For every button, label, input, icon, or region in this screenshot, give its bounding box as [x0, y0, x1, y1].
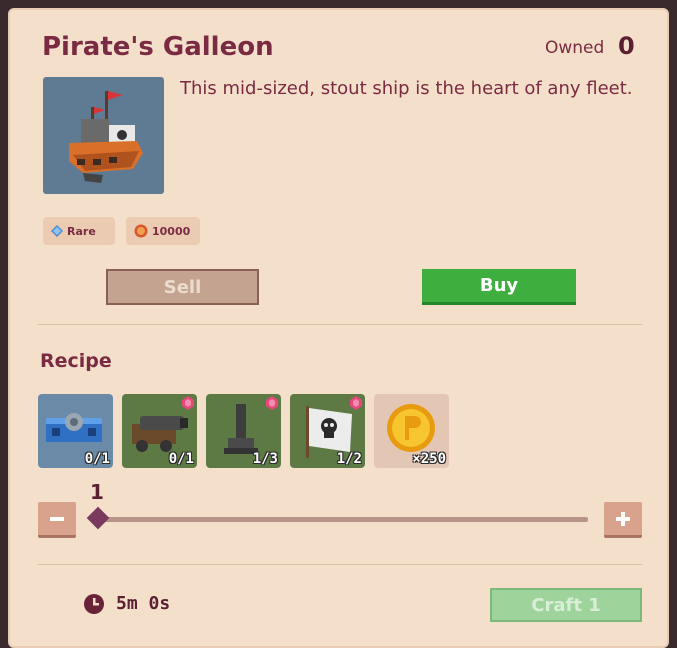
ingredient-slot[interactable]: 1/3 [206, 394, 281, 468]
plus-icon [616, 511, 630, 526]
ingredient-count: 0/1 [168, 451, 194, 467]
ingredient-slot[interactable]: 0/1 [122, 394, 197, 468]
craft-time: 5m 0s [116, 593, 171, 614]
clock-icon [84, 593, 104, 614]
rarity-label: Rare [67, 224, 96, 238]
coin-icon [134, 224, 148, 238]
divider [38, 324, 642, 325]
quantity-slider[interactable] [98, 517, 588, 522]
ingredient-count: 1/3 [252, 451, 278, 467]
gem-icon [266, 396, 278, 410]
increase-button[interactable] [604, 502, 642, 538]
ingredient-slot[interactable]: ×250 [374, 394, 449, 468]
owned-label: Owned [545, 38, 605, 58]
craft-timer: 5m 0s [84, 593, 170, 614]
item-description: This mid-sized, stout ship is the heart … [180, 78, 633, 99]
price-value: 10000 [152, 224, 191, 238]
slider-handle[interactable] [86, 506, 110, 530]
ingredient-count: ×250 [412, 451, 446, 467]
rarity-badge: Rare [43, 217, 115, 245]
ingredient-slot[interactable]: 0/1 [38, 394, 113, 468]
item-detail-panel: Pirate's Galleon Owned 0 This mid-sized,… [8, 8, 669, 648]
buy-button[interactable]: Buy [422, 269, 576, 305]
ingredient-count: 0/1 [84, 451, 110, 467]
ingredient-slot[interactable]: 1/2 [290, 394, 365, 468]
quantity-value: 1 [90, 480, 104, 504]
galleon-icon [69, 91, 143, 183]
sell-button[interactable]: Sell [106, 269, 259, 305]
diamond-icon [51, 225, 63, 237]
item-title: Pirate's Galleon [42, 32, 274, 62]
gem-icon [350, 396, 362, 410]
owned-count: 0 [618, 32, 635, 60]
ship-image [43, 77, 164, 194]
craft-button[interactable]: Craft 1 [490, 588, 642, 622]
divider [38, 564, 642, 565]
minus-icon [50, 516, 64, 521]
gem-icon [182, 396, 194, 410]
decrease-button[interactable] [38, 502, 76, 538]
price-badge: 10000 [126, 217, 200, 245]
recipe-title: Recipe [40, 350, 112, 372]
ingredient-count: 1/2 [336, 451, 362, 467]
